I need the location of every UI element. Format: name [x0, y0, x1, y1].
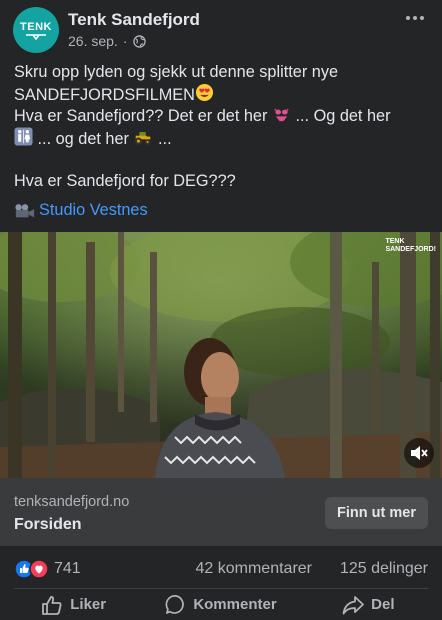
- post-meta: 26. sep. ·: [68, 33, 146, 49]
- post-date[interactable]: 26. sep.: [68, 33, 118, 49]
- dot-icon: [413, 16, 417, 20]
- comment-button[interactable]: Kommenter: [147, 589, 294, 620]
- speaker-muted-icon: [411, 446, 428, 460]
- tagged-page-name[interactable]: Studio Vestnes: [39, 201, 148, 220]
- thumbs-up-icon: [42, 595, 62, 615]
- link-title: Forsiden: [14, 516, 82, 533]
- bikini-emoji-icon: [274, 108, 289, 122]
- share-count[interactable]: 125 delinger: [340, 560, 428, 578]
- more-options-button[interactable]: [400, 8, 430, 28]
- share-arrow-icon: [342, 595, 365, 614]
- post-line-5: Hva er Sandefjord for DEG???: [14, 172, 236, 190]
- dot-icon: [406, 16, 410, 20]
- mute-toggle-button[interactable]: [404, 438, 434, 468]
- comment-bubble-icon: [165, 595, 185, 614]
- video-player[interactable]: TENK SANDEFJORD!: [0, 232, 442, 478]
- like-label: Liker: [70, 596, 107, 613]
- like-button[interactable]: Liker: [0, 589, 147, 620]
- post-line-3: Hva er Sandefjord?? Det er det her ... O…: [14, 106, 430, 127]
- post-line-3-tail: ... Og det her: [295, 107, 391, 125]
- post-line-3-text: Hva er Sandefjord?? Det er det her: [14, 107, 268, 125]
- learn-more-button[interactable]: Finn ut mer: [325, 497, 428, 529]
- share-label: Del: [371, 596, 395, 613]
- post-line-4: ... og det her ...: [14, 127, 430, 150]
- tagged-page-link[interactable]: Studio Vestnes: [14, 201, 148, 220]
- restroom-emoji-icon: [14, 127, 33, 146]
- reaction-count[interactable]: 741: [54, 560, 81, 578]
- line-spacer: [14, 150, 430, 171]
- link-preview-card[interactable]: tenksandefjord.no Forsiden Finn ut mer: [0, 478, 442, 546]
- reaction-icons[interactable]: [14, 559, 50, 579]
- page-avatar[interactable]: TENK: [13, 7, 59, 53]
- post-actions: Liker Kommenter Del: [0, 589, 442, 620]
- avatar-logo-text: TENK: [20, 20, 52, 33]
- post-line-4-tail: ...: [158, 130, 172, 148]
- comment-count[interactable]: 42 kommentarer: [196, 560, 313, 578]
- watermark-line-2: SANDEFJORD!: [385, 246, 436, 253]
- post-header: TENK Tenk Sandefjord 26. sep. ·: [0, 0, 442, 58]
- video-watermark: TENK SANDEFJORD!: [385, 238, 436, 254]
- tractor-emoji-icon: [135, 132, 151, 145]
- post-line-2-text: SANDEFJORDSFILMEN: [14, 86, 195, 104]
- post-line-2: SANDEFJORDSFILMEN: [14, 83, 430, 106]
- link-domain: tenksandefjord.no: [14, 494, 130, 510]
- share-button[interactable]: Del: [295, 589, 442, 620]
- heart-eyes-emoji-icon: [195, 83, 213, 102]
- engagement-bar: 741 42 kommentarer 125 delinger: [0, 546, 442, 588]
- movie-camera-emoji-icon: [15, 203, 35, 217]
- comment-label: Kommenter: [193, 596, 277, 613]
- meta-separator: ·: [122, 33, 128, 49]
- post-text: Skru opp lyden og sjekk ut denne splitte…: [14, 62, 430, 192]
- post-line-1: Skru opp lyden og sjekk ut denne splitte…: [14, 63, 339, 81]
- dot-icon: [420, 16, 424, 20]
- watermark-line-1: TENK: [385, 238, 405, 245]
- avatar-underline-icon: [26, 33, 46, 40]
- page-name[interactable]: Tenk Sandefjord: [68, 10, 200, 30]
- globe-icon: [132, 34, 146, 48]
- forest-scene-image: [0, 232, 442, 478]
- post-line-4-text: ... og det her: [37, 130, 129, 148]
